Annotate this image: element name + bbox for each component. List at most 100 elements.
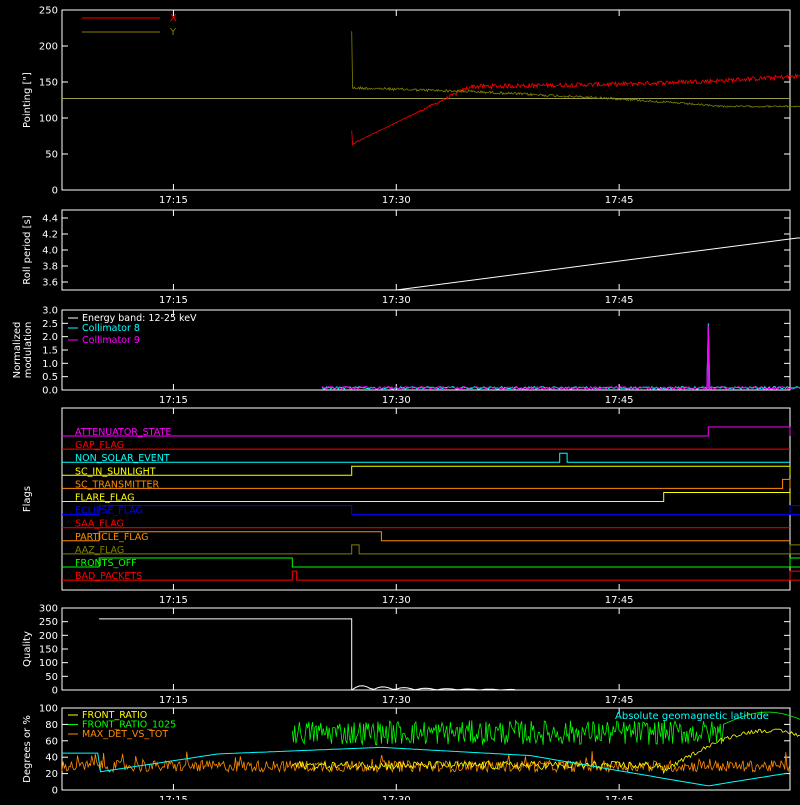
y-tick-label: 60 [45,736,58,747]
y-tick-label: 0 [52,186,58,197]
y-tick-label: 20 [45,769,58,780]
y-axis-label: Roll period [s] [22,215,33,284]
y-tick-label: 100 [39,704,58,715]
y-axis-label: Pointing ["] [22,72,33,128]
panel-frame [61,607,791,691]
flag-label: AAZ_FLAG [75,545,124,556]
x-tick-label: 17:45 [605,795,634,800]
y-tick-label: 200 [39,631,58,642]
y-tick-label: 2.5 [42,319,58,330]
flag-line-non-solar-event [62,452,790,463]
y-tick-label: 150 [39,78,58,89]
y-tick-label: 100 [39,658,58,669]
x-tick-label: 17:15 [159,195,188,206]
chart-figure: 17:1517:3017:4518:0018:1518:3018:4505010… [0,0,800,805]
y-axis-label-line: Normalized [12,322,23,379]
flag-line-fronts-off [62,557,800,568]
series-y [351,31,800,108]
y-tick-label: 0 [52,786,58,797]
series-max-det-vs-tot [61,751,790,774]
x-tick-label: 17:30 [382,795,411,800]
y-tick-label: 3.0 [42,306,58,317]
x-tick-label: 17:15 [159,595,188,606]
flag-label: GAP_FLAG [75,440,124,451]
y-tick-label: 200 [39,42,58,53]
x-tick-label: 17:45 [605,595,634,606]
y-axis-label-line: Flags [22,486,33,512]
x-tick-label: 17:15 [159,795,188,800]
flag-label: SAA_FLAG [75,519,124,530]
flag-line-aaz-flag [62,544,800,555]
y-tick-label: 150 [39,645,58,656]
y-tick-label: 2.0 [42,332,58,343]
y-tick-label: 40 [45,753,58,764]
y-tick-label: 4.2 [42,230,58,241]
flag-label: SC_TRANSMITTER [75,479,160,490]
modulation-series-1 [321,323,800,390]
y-axis-label: Normalizedmodulation [12,322,34,379]
legend-label-y: Y [169,27,177,38]
x-tick-label: 17:30 [382,695,411,706]
panel-1: 17:1517:3017:4518:0018:1518:3018:4505010… [22,6,800,206]
flag-label: BAD_PACKETS [75,571,142,582]
flag-line-particle-flag [62,531,790,542]
flag-label: FLARE_FLAG [75,493,135,504]
legend-label: MAX_DET_VS_TOT [82,729,168,740]
y-axis-label-line: Degrees or % [22,715,33,783]
multi-panel-chart: 17:1517:3017:4518:0018:1518:3018:4505010… [12,6,800,805]
y-tick-label: 3.6 [42,278,58,289]
y-tick-label: 3.8 [42,262,58,273]
y-axis-label-line: modulation [23,322,34,379]
x-tick-label: 17:45 [605,695,634,706]
panel-5: 17:1517:3017:4518:0018:1518:3018:4505010… [22,604,791,706]
flag-label: SC_IN_SUNLIGHT [75,466,156,477]
latitude-annotation: Absolute geomagnetic latitude [615,711,769,722]
y-tick-label: 80 [45,720,58,731]
y-tick-label: 50 [45,672,58,683]
flag-label: ECLIPSE_FLAG [75,506,143,517]
panel-2: 17:1517:3017:4518:0018:1518:3018:453.63.… [22,209,800,306]
quality-line [99,618,791,691]
x-tick-label: 17:45 [605,195,634,206]
legend-label-x: X [170,13,177,24]
y-axis-label-line: Pointing ["] [22,72,33,128]
flag-line-flare-flag [62,492,791,502]
y-tick-label: 4.4 [42,214,58,225]
y-tick-label: 0 [52,686,58,697]
roll-period-line [396,237,800,291]
x-tick-label: 17:15 [159,295,188,306]
x-tick-label: 17:45 [605,295,634,306]
y-tick-label: 300 [39,604,58,615]
y-tick-label: 100 [39,114,58,125]
flag-line-eclipse-flag [62,505,800,516]
x-tick-label: 17:45 [605,395,634,406]
x-tick-label: 17:30 [382,295,411,306]
legend-label: Collimator 8 [82,323,140,334]
flag-label: PARTICLE_FLAG [75,532,148,543]
y-axis-label: Degrees or % [22,715,33,783]
panel-6: 17:1517:3017:4518:0018:1518:3018:4502040… [22,704,800,805]
y-tick-label: 4.0 [42,246,58,257]
legend-label: Collimator 9 [82,335,140,346]
y-axis-label: Flags [22,486,33,512]
panel-frame [61,209,791,291]
quality-ripple [351,685,516,691]
y-tick-label: 250 [39,6,58,17]
flag-label: FRONTS_OFF [75,558,137,569]
flag-line-bad-packets [62,570,800,581]
flag-line-sc-in-sunlight [62,465,791,476]
x-tick-label: 17:30 [382,595,411,606]
modulation-series-2 [321,325,800,390]
flag-label: NON_SOLAR_EVENT [75,453,170,464]
panel-3: 17:1517:3017:4518:0018:1518:3018:450.00.… [12,306,800,406]
y-tick-label: 50 [45,150,58,161]
flag-line-sc-transmitter [62,478,791,489]
y-axis-label-line: Quality [22,631,33,667]
y-tick-label: 1.0 [42,359,58,370]
x-tick-label: 17:30 [382,195,411,206]
y-tick-label: 0.0 [42,386,58,397]
y-axis-label: Quality [22,631,33,667]
y-tick-label: 0.5 [42,372,58,383]
panel-4: 17:1517:3017:4518:0018:1518:3018:45Flags… [22,407,800,606]
y-axis-label-line: Roll period [s] [22,215,33,284]
